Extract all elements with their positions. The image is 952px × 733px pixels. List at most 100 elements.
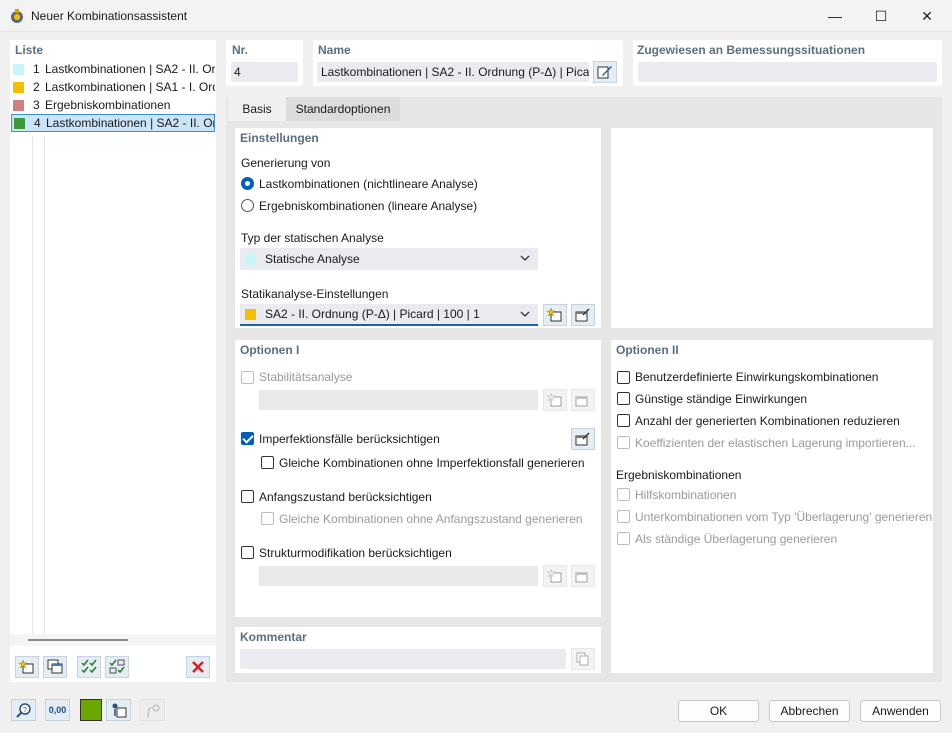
- initial-state-checkbox[interactable]: [241, 490, 254, 503]
- uncheck-button[interactable]: [105, 656, 129, 678]
- favorable-checkbox[interactable]: [617, 392, 630, 405]
- edit-stability-button[interactable]: [571, 389, 595, 411]
- comment-field[interactable]: [240, 649, 566, 669]
- imperfection-sub-checkbox[interactable]: [261, 456, 274, 469]
- new-item-button[interactable]: [15, 656, 39, 678]
- combination-list: 1 Lastkombinationen | SA2 - II. Ord 2 La…: [10, 60, 216, 136]
- static-settings-dropdown[interactable]: SA2 - II. Ordnung (P-Δ) | Picard | 100 |…: [240, 304, 538, 326]
- color-button[interactable]: [80, 699, 102, 721]
- window-title: Neuer Kombinationsassistent: [31, 9, 188, 23]
- structure-mod-label: Strukturmodifikation berücksichtigen: [259, 546, 452, 560]
- options1-title: Optionen I: [240, 343, 300, 357]
- svg-text:?: ?: [23, 707, 27, 714]
- help-button[interactable]: ?: [11, 699, 36, 721]
- stability-label: Stabilitätsanalyse: [259, 370, 353, 384]
- radio-load-combinations-label: Lastkombinationen (nichtlineare Analyse): [259, 177, 478, 191]
- comment-title: Kommentar: [240, 630, 307, 644]
- list-item-label: Lastkombinationen | SA1 - I. Ord: [45, 80, 215, 94]
- copy-icon: [576, 652, 589, 666]
- analysis-type-dropdown[interactable]: Statische Analyse: [240, 248, 538, 270]
- new-stability-button[interactable]: [543, 389, 567, 411]
- favorable-label: Günstige ständige Einwirkungen: [635, 392, 808, 406]
- subcombinations-checkbox[interactable]: [617, 510, 630, 523]
- display-button[interactable]: [106, 699, 131, 721]
- new-star-icon: [19, 659, 34, 674]
- units-button[interactable]: 0,00: [45, 699, 70, 721]
- edit-name-button[interactable]: [593, 61, 617, 83]
- delete-x-icon: [192, 661, 204, 673]
- assigned-field[interactable]: [638, 62, 937, 82]
- edit-structure-mod-button[interactable]: [571, 565, 595, 587]
- apply-button[interactable]: Anwenden: [860, 700, 941, 722]
- copy-item-button[interactable]: [43, 656, 67, 678]
- auxiliary-checkbox[interactable]: [617, 488, 630, 501]
- ok-button[interactable]: OK: [678, 700, 759, 722]
- edit-properties-icon: [575, 308, 590, 322]
- structure-mod-checkbox[interactable]: [241, 546, 254, 559]
- list-header: Liste: [15, 43, 44, 57]
- list-item[interactable]: 3 Ergebniskombinationen: [10, 96, 215, 114]
- new-star-icon: [547, 307, 562, 322]
- user-defined-checkbox[interactable]: [617, 371, 630, 384]
- settings-panel: Einstellungen Generierung von Lastkombin…: [235, 128, 601, 328]
- new-static-settings-button[interactable]: [543, 304, 567, 326]
- title-bar: Neuer Kombinationsassistent — ☐ ✕: [0, 0, 952, 32]
- name-label: Name: [318, 43, 351, 57]
- tab-standard-options[interactable]: Standardoptionen: [286, 97, 400, 121]
- comment-panel: Kommentar: [235, 627, 601, 673]
- stability-checkbox[interactable]: [241, 371, 254, 384]
- reduce-checkbox[interactable]: [617, 414, 630, 427]
- coefficients-checkbox[interactable]: [617, 436, 630, 449]
- cancel-button[interactable]: Abbrechen: [769, 700, 850, 722]
- radio-result-combinations[interactable]: [241, 199, 254, 212]
- maximize-button[interactable]: ☐: [858, 0, 904, 32]
- structure-mod-field[interactable]: [259, 566, 538, 586]
- list-guide-line: [44, 136, 45, 634]
- analysis-type-value: Statische Analyse: [265, 252, 360, 266]
- initial-state-sub-checkbox[interactable]: [261, 512, 274, 525]
- list-panel: Liste 1 Lastkombinationen | SA2 - II. Or…: [10, 40, 216, 682]
- edit-static-settings-button[interactable]: [571, 304, 595, 326]
- nr-panel: Nr. 4: [226, 40, 303, 86]
- new-structure-mod-button[interactable]: [543, 565, 567, 587]
- list-item-number: 2: [33, 80, 40, 94]
- delete-button[interactable]: [186, 656, 210, 678]
- comment-copy-button[interactable]: [571, 648, 595, 670]
- scrollbar-thumb[interactable]: [28, 639, 128, 641]
- nr-field[interactable]: 4: [231, 62, 298, 82]
- imperfection-checkbox[interactable]: [241, 432, 254, 445]
- display-settings-icon: [112, 703, 126, 718]
- initial-state-label: Anfangszustand berücksichtigen: [259, 490, 432, 504]
- analysis-type-swatch: [245, 253, 256, 265]
- tab-basis[interactable]: Basis: [228, 97, 286, 121]
- permanent-checkbox[interactable]: [617, 532, 630, 545]
- list-item-selected[interactable]: 4 Lastkombinationen | SA2 - II. Ord: [11, 114, 215, 132]
- edit-properties-icon: [575, 572, 588, 583]
- permanent-label: Als ständige Überlagerung generieren: [635, 532, 838, 546]
- list-item[interactable]: 2 Lastkombinationen | SA1 - I. Ord: [10, 78, 215, 96]
- horizontal-scrollbar[interactable]: [10, 634, 216, 646]
- stability-field[interactable]: [259, 390, 538, 410]
- edit-imperfection-button[interactable]: [571, 428, 595, 450]
- initial-state-sub-label: Gleiche Kombinationen ohne Anfangszustan…: [279, 512, 583, 526]
- static-settings-label: Statikanalyse-Einstellungen: [241, 287, 389, 301]
- radio-result-combinations-label: Ergebniskombinationen (lineare Analyse): [259, 199, 478, 213]
- radio-load-combinations[interactable]: [241, 177, 254, 190]
- name-field[interactable]: Lastkombinationen | SA2 - II. Ordnung (P…: [317, 62, 589, 82]
- list-item-label: Lastkombinationen | SA2 - II. Ord: [45, 62, 215, 76]
- edit-properties-icon: [575, 432, 590, 446]
- assigned-label: Zugewiesen an Bemessungssituationen: [637, 43, 866, 57]
- list-guide-line: [32, 136, 33, 634]
- static-settings-value: SA2 - II. Ordnung (P-Δ) | Picard | 100 |…: [265, 307, 480, 321]
- minimize-button[interactable]: —: [812, 0, 858, 32]
- close-button[interactable]: ✕: [904, 0, 950, 32]
- imperfection-label: Imperfektionsfälle berücksichtigen: [259, 432, 440, 446]
- new-star-icon: [547, 392, 562, 407]
- formula-button[interactable]: f: [140, 699, 165, 721]
- generation-label: Generierung von: [241, 156, 331, 170]
- coefficients-label: Koeffizienten der elastischen Lagerung i…: [635, 436, 916, 450]
- options1-panel: Optionen I Stabilitätsanalyse Imperfekti…: [235, 340, 601, 617]
- list-item-number: 3: [33, 98, 40, 112]
- list-item[interactable]: 1 Lastkombinationen | SA2 - II. Ord: [10, 60, 215, 78]
- check-all-button[interactable]: [77, 656, 101, 678]
